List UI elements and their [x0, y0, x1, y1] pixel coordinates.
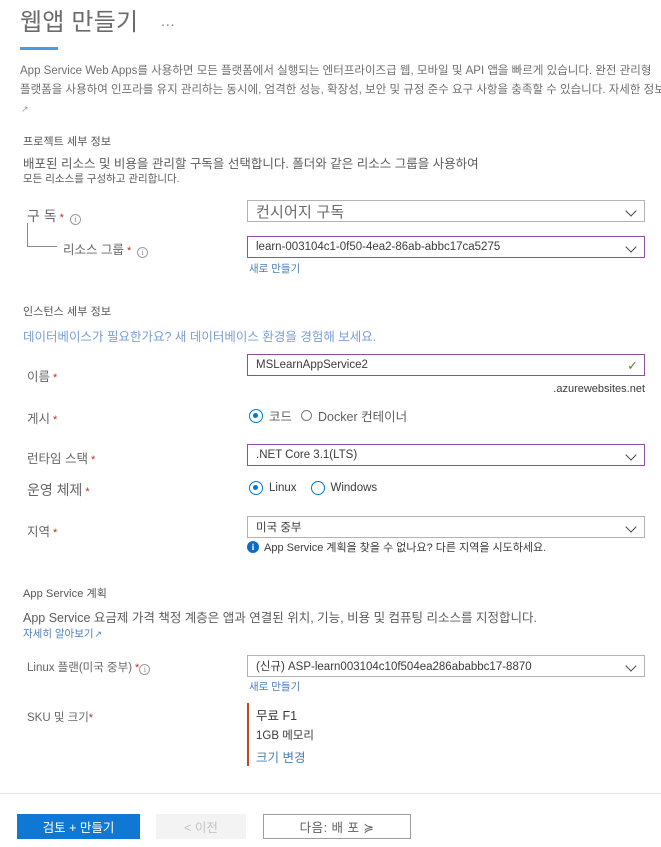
region-hint-text: App Service 계획을 찾을 수 없나요? 다른 지역을 시도하세요.: [264, 542, 547, 554]
linux-plan-dropdown[interactable]: (신규) ASP-learn003104c10f504ea286ababbc17…: [247, 655, 645, 677]
region-value: 미국 중부: [256, 522, 302, 534]
os-option-linux-label: Linux: [269, 482, 297, 494]
info-icon[interactable]: i: [69, 214, 81, 225]
resource-group-label: 리소스 그룹 * i: [63, 239, 149, 258]
app-name-value: MSLearnAppService2: [256, 359, 368, 371]
blade-header: 웹앱 만들기 …: [0, 0, 661, 38]
region-label: 지역 *: [27, 521, 57, 540]
project-details-description-line2: 모든 리소스를 구성하고 관리합니다.: [23, 173, 180, 185]
section-heading-instance-details: 인스턴스 세부 정보: [23, 306, 112, 318]
section-heading-project-details: 프로젝트 세부 정보: [23, 136, 112, 148]
create-web-app-blade: 웹앱 만들기 … App Service Web Apps를 사용하면 모든 플…: [0, 0, 661, 847]
sku-memory: 1GB 메모리: [256, 730, 314, 742]
page-title: 웹앱 만들기: [20, 9, 139, 36]
review-create-button[interactable]: 검토 + 만들기: [17, 814, 140, 839]
operating-system-label: 운영 체제 *: [27, 480, 90, 500]
publish-option-docker-label: Docker 컨테이너: [318, 410, 408, 424]
radio-unselected-icon: [301, 410, 313, 421]
sku-label-text: SKU 및 크기: [27, 712, 89, 724]
runtime-stack-value: .NET Core 3.1(LTS): [256, 449, 358, 461]
chevron-down-icon: [626, 660, 638, 672]
sku-label: SKU 및 크기*: [27, 709, 93, 725]
info-icon[interactable]: i: [139, 664, 151, 675]
region-label-text: 지역: [27, 525, 51, 539]
publish-option-code-label: 코드: [269, 410, 293, 424]
app-name-label-text: 이름: [27, 370, 51, 384]
resource-group-tree-connector: [27, 223, 57, 247]
previous-button[interactable]: < 이전: [156, 814, 246, 839]
publish-label: 게시 *: [27, 408, 57, 427]
radio-selected-icon: [249, 408, 263, 423]
runtime-stack-label-text: 런타임 스택: [27, 452, 88, 466]
runtime-stack-required-marker: *: [90, 454, 96, 466]
external-link-icon[interactable]: ↗: [21, 104, 29, 114]
os-option-windows[interactable]: Windows: [310, 481, 378, 495]
resource-group-create-new-link[interactable]: 새로 만들기: [249, 261, 300, 276]
region-required-marker: *: [53, 527, 58, 539]
publish-label-text: 게시: [27, 412, 51, 426]
external-link-icon: ↗: [94, 629, 103, 639]
resource-group-value: learn-003104c1-0f50-4ea2-86ab-abbc17ca52…: [256, 241, 501, 253]
operating-system-label-text: 운영 체제: [27, 482, 83, 498]
region-hint: i App Service 계획을 찾을 수 없나요? 다른 지역을 시도하세요…: [247, 539, 546, 555]
footer-divider: [0, 793, 661, 794]
publish-option-docker[interactable]: Docker 컨테이너: [301, 406, 407, 425]
resource-group-required-marker: *: [126, 245, 132, 257]
chevron-down-icon: [626, 449, 638, 461]
sku-change-size-link[interactable]: 크기 변경: [256, 747, 305, 766]
active-tab-indicator: [20, 47, 58, 50]
blade-description-text: App Service Web Apps를 사용하면 모든 플랫폼에서 실행되는…: [20, 65, 661, 96]
operating-system-required-marker: *: [85, 486, 90, 498]
info-circle-icon: i: [247, 541, 259, 553]
section-heading-app-service-plan: App Service 계획: [23, 588, 108, 600]
resource-group-label-text: 리소스 그룹: [63, 243, 124, 257]
subscription-label-text: 구 독: [27, 208, 57, 224]
chevron-down-icon: [626, 241, 638, 253]
valid-check-icon: ✓: [627, 357, 638, 373]
runtime-stack-dropdown[interactable]: .NET Core 3.1(LTS): [247, 444, 645, 466]
radio-selected-icon: [249, 481, 263, 495]
region-dropdown[interactable]: 미국 중부: [247, 516, 645, 538]
resource-group-dropdown[interactable]: learn-003104c1-0f50-4ea2-86ab-abbc17ca52…: [247, 236, 645, 258]
sku-tier: 무료 F1: [256, 709, 298, 723]
publish-required-marker: *: [53, 414, 58, 426]
publish-radio-group: 코드 Docker 컨테이너: [249, 406, 407, 425]
info-icon[interactable]: i: [137, 247, 149, 258]
subscription-dropdown[interactable]: 컨시어지 구독: [247, 200, 645, 222]
os-option-linux[interactable]: Linux: [249, 481, 297, 495]
app-name-required-marker: *: [53, 372, 58, 384]
linux-plan-value: (신규) ASP-learn003104c10f504ea286ababbc17…: [256, 661, 532, 673]
footer-button-bar: 검토 + 만들기 < 이전 다음: 배 포 ≽: [17, 814, 411, 839]
chevron-down-icon: [626, 521, 638, 533]
publish-option-code[interactable]: 코드: [249, 406, 292, 425]
radio-unselected-icon: [310, 481, 325, 495]
more-options-icon[interactable]: …: [160, 13, 176, 30]
linux-plan-create-new-link[interactable]: 새로 만들기: [249, 679, 300, 694]
learn-more-link[interactable]: 자세히 알아보기↗: [23, 626, 102, 641]
sku-accent-bar: [247, 703, 249, 766]
database-promo-link[interactable]: 데이터베이스가 필요한가요? 새 데이터베이스 환경을 경험해 보세요.: [23, 326, 376, 345]
sku-required-marker: *: [88, 712, 94, 724]
linux-plan-label: Linux 플랜(미국 중부) * i: [27, 659, 151, 675]
app-name-input[interactable]: MSLearnAppService2 ✓: [247, 354, 645, 376]
app-name-label: 이름 *: [27, 366, 57, 385]
linux-plan-label-text: Linux 플랜(미국 중부): [27, 662, 133, 674]
runtime-stack-label: 런타임 스택 *: [27, 448, 95, 467]
chevron-down-icon: [626, 205, 638, 217]
learn-more-text: 자세히 알아보기: [23, 628, 94, 640]
os-option-windows-label: Windows: [330, 482, 378, 494]
operating-system-radio-group: Linux Windows: [249, 481, 377, 495]
subscription-value: 컨시어지 구독: [256, 203, 345, 221]
subscription-required-marker: *: [59, 212, 64, 224]
blade-description: App Service Web Apps를 사용하면 모든 플랫폼에서 실행되는…: [20, 62, 661, 119]
next-deploy-button[interactable]: 다음: 배 포 ≽: [263, 814, 411, 839]
app-name-domain-suffix: .azurewebsites.net: [553, 383, 645, 395]
